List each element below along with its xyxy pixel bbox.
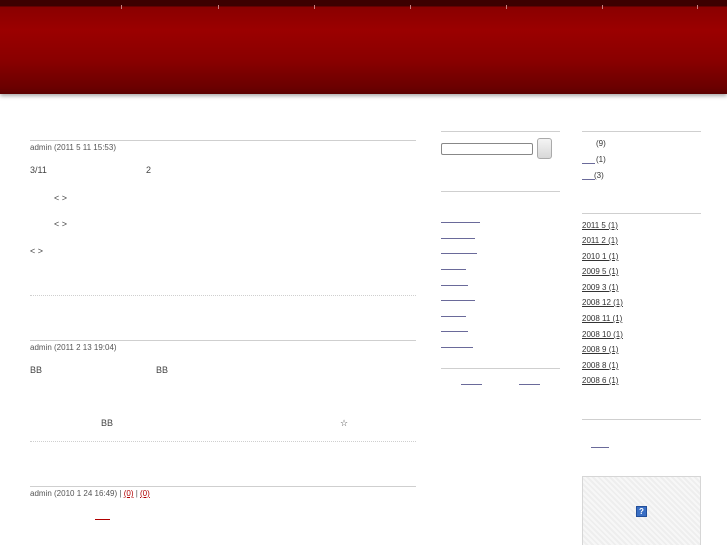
- archive-link[interactable]: 2008 8 (1): [582, 361, 618, 370]
- recent-post-link[interactable]: [441, 285, 468, 286]
- recent-post-link[interactable]: [441, 316, 466, 317]
- top-navigation[interactable]: [0, 0, 727, 9]
- sidebar-divider: [441, 131, 560, 132]
- nav-separator: [121, 5, 122, 9]
- sidebar-link[interactable]: [591, 447, 609, 448]
- nav-separator: [314, 5, 315, 9]
- post-text: < >: [54, 219, 68, 229]
- search-input[interactable]: [441, 143, 533, 155]
- post-meta: admin (2010 1 24 16:49) | (0) | (0): [30, 489, 150, 498]
- post-divider: [30, 340, 416, 341]
- sidebar-footer-link[interactable]: [461, 384, 482, 385]
- post-end-divider: [30, 295, 416, 296]
- sidebar-divider: [582, 213, 701, 214]
- post-text: BB: [101, 418, 114, 428]
- site-header: [0, 0, 727, 94]
- post-end-divider: [30, 441, 416, 442]
- post-text: 3/11: [30, 165, 47, 175]
- recent-post-link[interactable]: [441, 222, 480, 223]
- post-text: < >: [30, 246, 44, 256]
- category-count: (9): [596, 139, 606, 148]
- read-more-link[interactable]: [95, 519, 110, 520]
- trackbacks-link[interactable]: (0): [140, 489, 150, 498]
- archive-link[interactable]: 2009 3 (1): [582, 283, 618, 292]
- archive-link[interactable]: 2008 11 (1): [582, 314, 622, 323]
- sidebar-footer-link[interactable]: [519, 384, 540, 385]
- recent-post-link[interactable]: [441, 253, 477, 254]
- sidebar-divider: [582, 419, 701, 420]
- recent-post-link[interactable]: [441, 347, 473, 348]
- post-text: < >: [54, 193, 68, 203]
- post-divider: [30, 486, 416, 487]
- archive-link[interactable]: 2009 5 (1): [582, 267, 618, 276]
- nav-separator: [410, 5, 411, 9]
- recent-post-link[interactable]: [441, 331, 468, 332]
- sidebar-divider: [441, 368, 560, 369]
- post-divider: [30, 140, 416, 141]
- nav-separator: [697, 5, 698, 9]
- archive-link[interactable]: 2010 1 (1): [582, 252, 618, 261]
- archive-link[interactable]: 2011 2 (1): [582, 236, 618, 245]
- recent-post-link[interactable]: [441, 238, 475, 239]
- category-count: (3): [594, 171, 604, 180]
- sidebar-divider: [582, 131, 701, 132]
- archive-link[interactable]: 2011 5 (1): [582, 221, 618, 230]
- post-text: 2: [146, 165, 152, 175]
- search-button[interactable]: [537, 138, 552, 159]
- archive-link[interactable]: 2008 6 (1): [582, 376, 618, 385]
- recent-post-link[interactable]: [441, 300, 475, 301]
- post-text: BB: [30, 365, 43, 375]
- category-count: (1): [596, 155, 606, 164]
- category-link[interactable]: [582, 163, 595, 164]
- post-text: BB: [156, 365, 169, 375]
- post-meta-text: admin (2010 1 24 16:49) |: [30, 489, 124, 498]
- archive-link[interactable]: 2008 9 (1): [582, 345, 618, 354]
- post-meta: admin (2011 2 13 19:04): [30, 343, 117, 352]
- star-glyph: ☆: [340, 418, 349, 428]
- question-icon[interactable]: ?: [636, 506, 647, 517]
- nav-separator: [506, 5, 507, 9]
- recent-post-link[interactable]: [441, 269, 466, 270]
- nav-separator: [602, 5, 603, 9]
- archive-link[interactable]: 2008 10 (1): [582, 330, 623, 339]
- post-meta: admin (2011 5 11 15:53): [30, 143, 116, 152]
- nav-separator: [218, 5, 219, 9]
- sidebar-divider: [441, 191, 560, 192]
- archive-link[interactable]: 2008 12 (1): [582, 298, 623, 307]
